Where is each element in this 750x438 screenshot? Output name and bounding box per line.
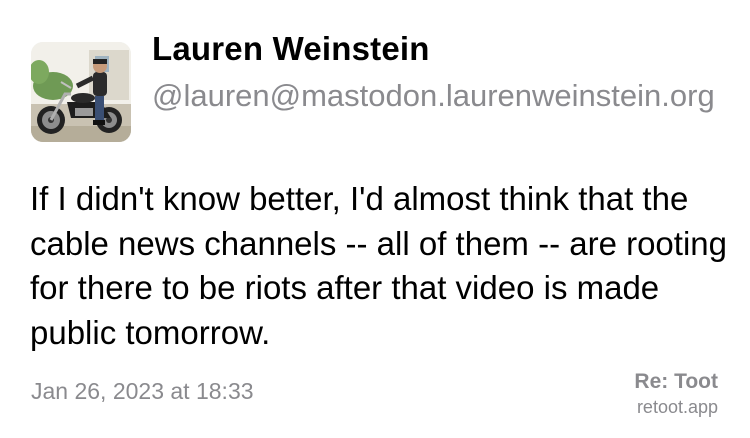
brand-url: retoot.app <box>636 397 718 417</box>
avatar[interactable] <box>31 42 131 142</box>
motorcycle-rider-icon <box>31 42 131 142</box>
toot-card: Lauren Weinstein @lauren@mastodon.lauren… <box>0 0 750 438</box>
brand-name: Re: Toot <box>634 370 718 393</box>
display-name[interactable]: Lauren Weinstein <box>152 30 430 68</box>
post-timestamp: Jan 26, 2023 at 18:33 <box>31 378 254 404</box>
account-handle[interactable]: @lauren@mastodon.laurenweinstein.org <box>152 76 724 116</box>
post-text: If I didn't know better, I'd almost thin… <box>30 180 727 351</box>
app-branding: Re: Toot retoot.app <box>634 370 718 420</box>
